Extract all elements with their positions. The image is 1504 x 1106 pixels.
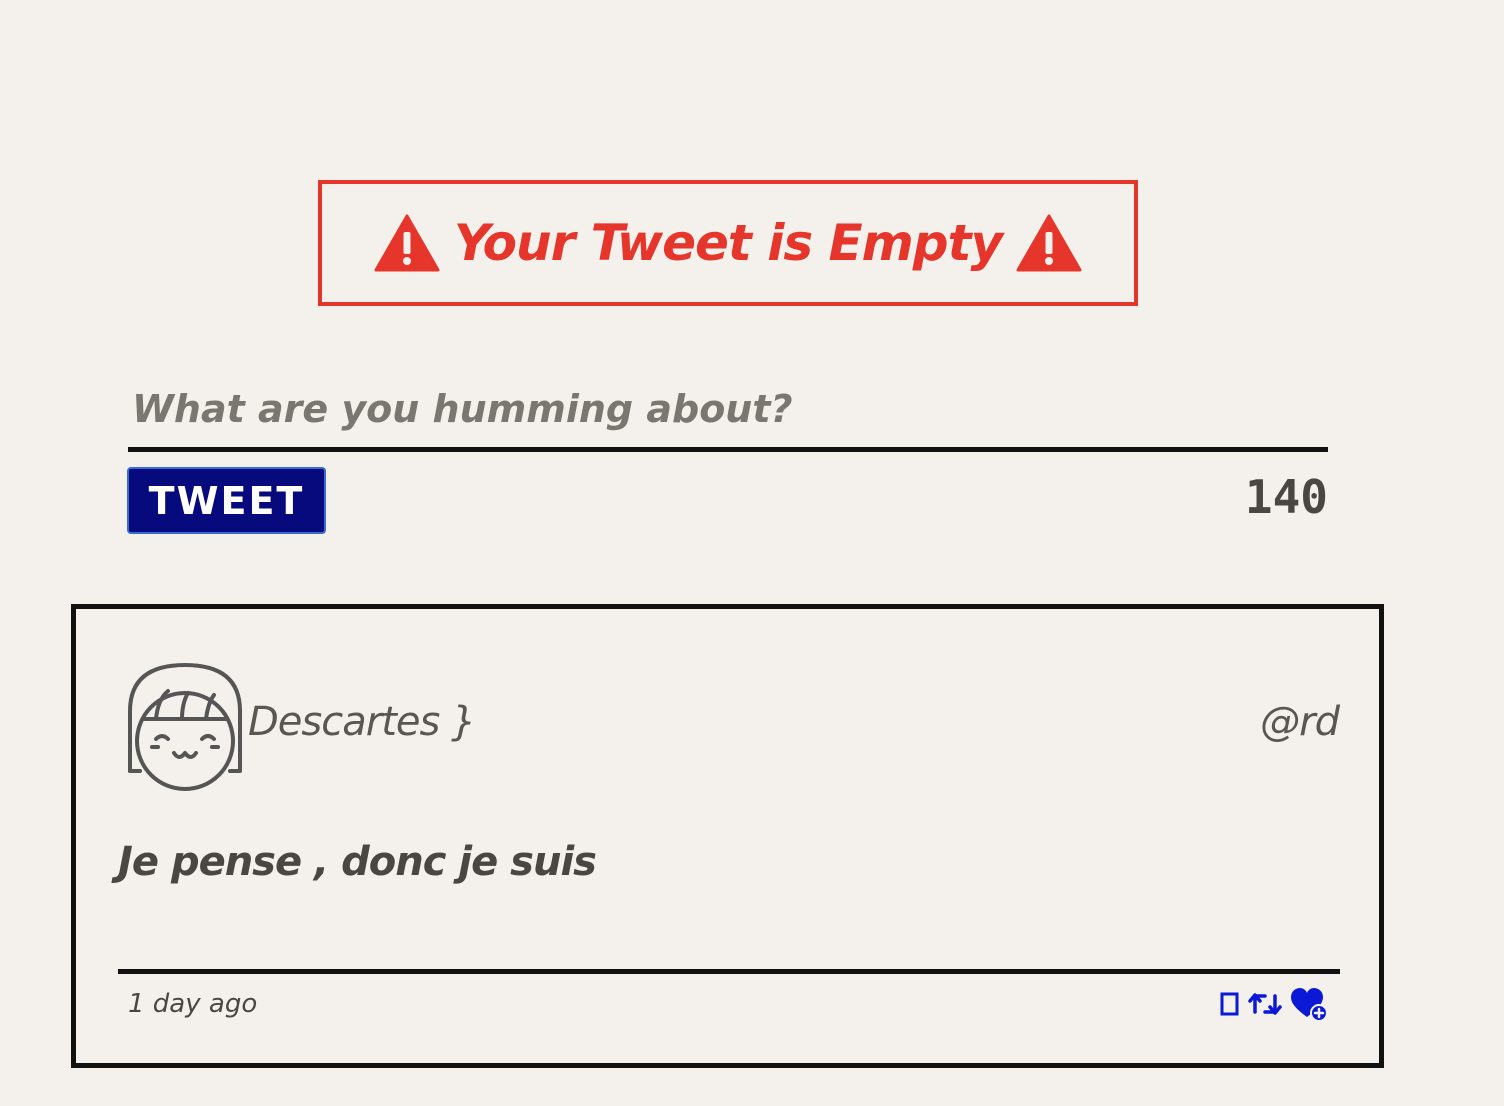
tweet-actions — [1219, 987, 1329, 1021]
tweet-card: Descartes } @rd Je pense , donc je suis … — [71, 604, 1384, 1068]
tweet-timestamp: 1 day ago — [128, 989, 258, 1019]
page: Your Tweet is Empty TWEET 140 — [0, 0, 1504, 1106]
flag-icon[interactable] — [1219, 990, 1241, 1018]
tweet-input[interactable] — [128, 370, 1328, 452]
char-counter: 140 — [1244, 470, 1328, 524]
warning-icon-right — [1016, 214, 1082, 272]
card-divider — [118, 969, 1340, 974]
tweet-body: Je pense , donc je suis — [118, 839, 597, 885]
error-message: Your Tweet is Empty — [453, 214, 1003, 272]
like-icon[interactable] — [1289, 987, 1329, 1021]
author-handle[interactable]: @rd — [1260, 699, 1340, 745]
author-name[interactable]: Descartes } — [248, 699, 476, 745]
warning-icon-left — [374, 214, 440, 272]
retweet-icon[interactable] — [1247, 990, 1283, 1018]
avatar-icon — [128, 663, 242, 791]
tweet-button[interactable]: TWEET — [127, 467, 326, 534]
error-banner: Your Tweet is Empty — [318, 180, 1138, 306]
